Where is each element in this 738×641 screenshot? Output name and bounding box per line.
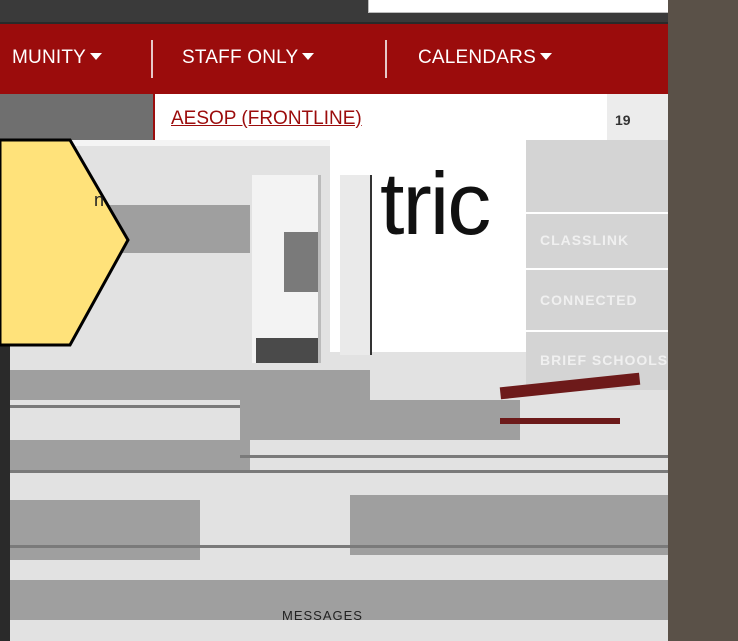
logo-bar (340, 175, 372, 355)
sidebar-divider (526, 330, 668, 332)
accent-stripe (500, 418, 620, 424)
dropdown-item-aesop[interactable]: AESOP (FRONTLINE) (171, 108, 362, 130)
sidebar-divider (526, 212, 668, 214)
nav-item-label: STAFF ONLY (182, 47, 299, 68)
content-band (10, 440, 250, 470)
callout-arrow (0, 138, 130, 347)
content-band (10, 500, 200, 560)
nav-item-staff-only[interactable]: STAFF ONLY (182, 47, 315, 69)
nav-item-label: CALENDARS (418, 47, 536, 68)
sidebar-link-brief-schools[interactable]: BRIEF SCHOOLS (540, 352, 668, 368)
caret-down-icon (302, 53, 315, 60)
footer-label: MESSAGES (282, 608, 363, 623)
thumbnail-block (284, 232, 318, 292)
sidebar-link-connected[interactable]: CONNECTED (540, 292, 638, 308)
calendar-date-tab: 19 (607, 94, 668, 140)
search-box[interactable] (368, 0, 670, 13)
nav-divider (151, 40, 153, 78)
nav-item-calendars[interactable]: CALENDARS (418, 47, 552, 69)
callout-text: n (94, 190, 105, 210)
district-logo-text: tric (380, 154, 491, 253)
sidebar-link-classlink[interactable]: CLASSLINK (540, 232, 629, 248)
callout-shape (0, 138, 130, 347)
scan-line (10, 470, 668, 473)
right-frame (668, 0, 738, 641)
scan-line (10, 545, 668, 548)
caret-down-icon (539, 53, 552, 60)
nav-divider (385, 40, 387, 78)
scan-line (240, 455, 668, 458)
staff-only-dropdown: AESOP (FRONTLINE) (153, 94, 609, 144)
scan-line (10, 405, 240, 408)
sidebar-divider (526, 268, 668, 270)
content-band (240, 400, 520, 440)
thumbnail-shadow (256, 338, 318, 363)
calendar-date-number: 19 (615, 112, 631, 128)
content-band (10, 370, 370, 400)
